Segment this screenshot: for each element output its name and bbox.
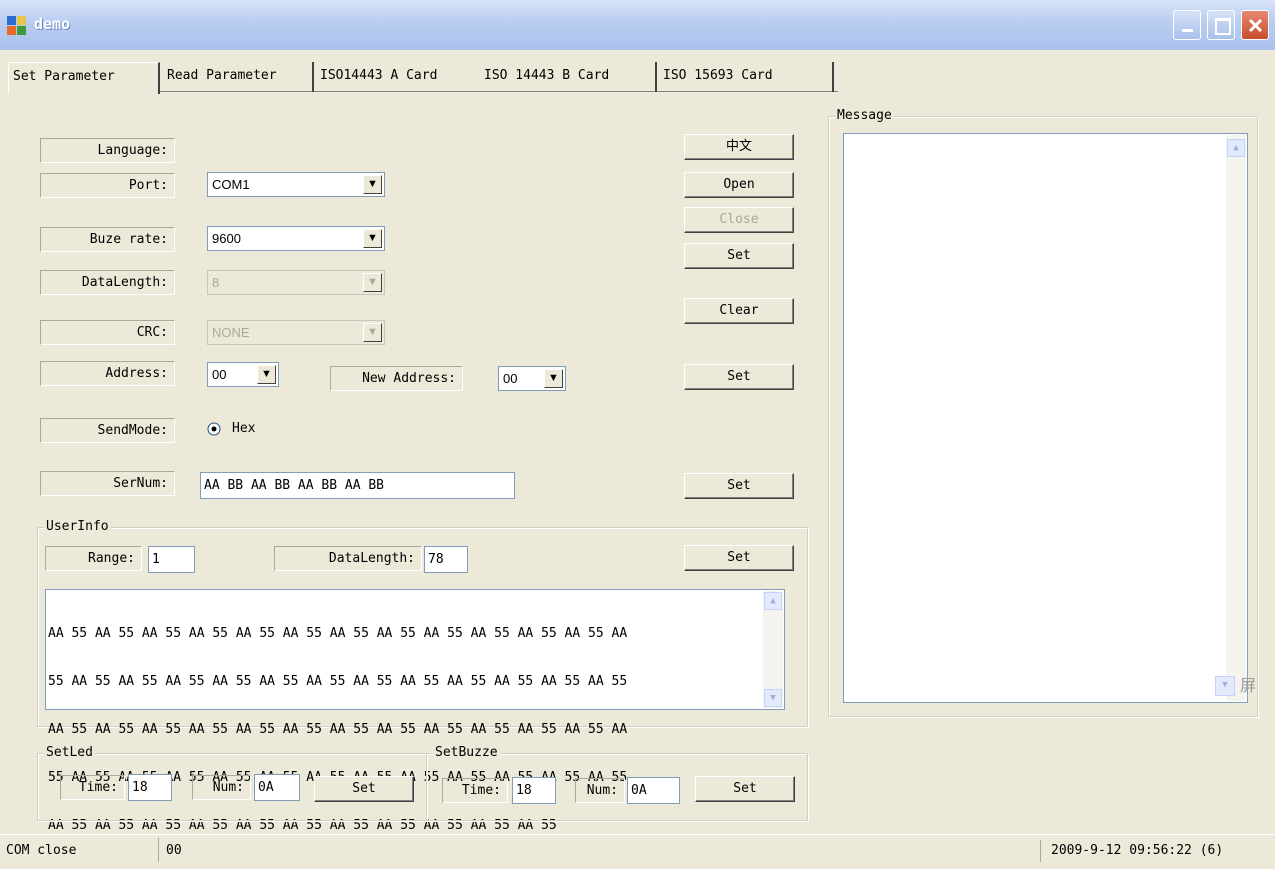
tab-iso15693[interactable]: ISO 15693 Card xyxy=(659,62,834,92)
scroll-up-icon[interactable]: ▲ xyxy=(764,592,782,610)
baud-rate-value: 9600 xyxy=(212,231,241,246)
set-sernum-button[interactable]: Set xyxy=(684,473,794,499)
scroll-down-icon[interactable]: ▼ xyxy=(1215,676,1235,696)
port-label: Port: xyxy=(40,173,175,198)
chinese-language-button[interactable]: 中文 xyxy=(684,134,794,160)
port-value: COM1 xyxy=(212,177,250,192)
userinfo-data-textarea[interactable]: AA 55 AA 55 AA 55 AA 55 AA 55 AA 55 AA 5… xyxy=(45,589,785,833)
range-input[interactable]: 1 xyxy=(148,546,195,573)
setbuzze-title: SetBuzze xyxy=(433,745,500,761)
baud-rate-label: Buze rate: xyxy=(40,227,175,252)
port-select[interactable]: COM1 ▼ xyxy=(207,172,385,197)
datalength-select: 8 ▼ xyxy=(207,270,385,295)
maximize-icon xyxy=(1215,18,1231,35)
tab-iso14443-b[interactable]: ISO 14443 B Card xyxy=(480,62,657,92)
userinfo-scrollbar[interactable]: ▲ ▼ xyxy=(763,591,783,708)
chevron-down-icon[interactable]: ▼ xyxy=(257,365,276,384)
hex-radio[interactable]: Hex xyxy=(207,420,287,440)
userinfo-title: UserInfo xyxy=(44,519,111,535)
maximize-button[interactable] xyxy=(1207,10,1235,40)
minimize-button[interactable] xyxy=(1173,10,1201,40)
sernum-label: SerNum: xyxy=(40,471,175,496)
minimize-icon xyxy=(1182,29,1193,32)
set-led-button[interactable]: Set xyxy=(314,776,414,802)
close-icon xyxy=(1248,18,1263,33)
window-title: demo xyxy=(34,15,71,33)
message-textarea[interactable]: ▲ xyxy=(843,133,1248,703)
status-datetime: 2009-9-12 09:56:22 (6) xyxy=(1040,840,1272,862)
scroll-up-icon[interactable]: ▲ xyxy=(1227,139,1245,157)
datalength-value: 8 xyxy=(212,275,220,290)
userinfo-datalength-label: DataLength: xyxy=(274,546,422,571)
datalength-label: DataLength: xyxy=(40,270,175,295)
sendmode-label: SendMode: xyxy=(40,418,175,443)
chevron-down-icon: ▼ xyxy=(363,323,382,342)
crc-select: NONE ▼ xyxy=(207,320,385,345)
clear-button[interactable]: Clear xyxy=(684,298,794,324)
status-address: 00 xyxy=(166,843,182,858)
close-window-button[interactable] xyxy=(1241,10,1269,40)
address-label: Address: xyxy=(40,361,175,386)
buzze-num-input[interactable]: 0A xyxy=(627,777,680,804)
message-title: Message xyxy=(835,108,894,124)
tab-bar: Set Parameter Read Parameter ISO14443 A … xyxy=(8,62,838,94)
led-num-label: Num: xyxy=(192,775,251,800)
new-address-select[interactable]: 00 ▼ xyxy=(498,366,566,391)
message-side-char: 屏 xyxy=(1240,676,1257,695)
status-divider xyxy=(158,838,159,862)
tab-read-parameter[interactable]: Read Parameter xyxy=(163,62,314,92)
open-button[interactable]: Open xyxy=(684,172,794,198)
led-time-input[interactable]: 18 xyxy=(128,774,172,801)
title-bar[interactable]: demo xyxy=(0,0,1275,50)
led-time-label: Time: xyxy=(60,775,125,800)
crc-value: NONE xyxy=(212,325,250,340)
hex-radio-label: Hex xyxy=(232,421,256,436)
setled-title: SetLed xyxy=(44,745,95,761)
message-scrollbar[interactable]: ▲ xyxy=(1226,135,1246,701)
address-value: 00 xyxy=(212,367,227,382)
set-port-button[interactable]: Set xyxy=(684,243,794,269)
address-select[interactable]: 00 ▼ xyxy=(207,362,279,387)
close-port-button: Close xyxy=(684,207,794,233)
tab-set-parameter[interactable]: Set Parameter xyxy=(8,62,160,94)
crc-label: CRC: xyxy=(40,320,175,345)
radio-selected-icon xyxy=(207,422,221,436)
range-label: Range: xyxy=(45,546,142,571)
new-address-value: 00 xyxy=(503,371,518,386)
set-address-button[interactable]: Set xyxy=(684,364,794,390)
buzze-time-input[interactable]: 18 xyxy=(512,777,556,804)
status-com: COM close xyxy=(6,843,77,858)
chevron-down-icon[interactable]: ▼ xyxy=(363,175,382,194)
data-line: 55 AA 55 AA 55 AA 55 AA 55 AA 55 AA 55 A… xyxy=(48,674,628,689)
userinfo-datalength-input[interactable]: 78 xyxy=(424,546,468,573)
buzze-num-label: Num: xyxy=(575,778,625,803)
chevron-down-icon[interactable]: ▼ xyxy=(544,369,563,388)
led-num-input[interactable]: 0A xyxy=(254,774,300,801)
set-buzze-button[interactable]: Set xyxy=(695,776,795,802)
app-icon xyxy=(7,16,26,35)
set-userinfo-button[interactable]: Set xyxy=(684,545,794,571)
userinfo-data-text: AA 55 AA 55 AA 55 AA 55 AA 55 AA 55 AA 5… xyxy=(48,594,627,866)
baud-rate-select[interactable]: 9600 ▼ xyxy=(207,226,385,251)
sernum-input[interactable]: AA BB AA BB AA BB AA BB xyxy=(200,472,515,499)
chevron-down-icon[interactable]: ▼ xyxy=(363,229,382,248)
buzze-time-label: Time: xyxy=(442,778,508,803)
language-label: Language: xyxy=(40,138,175,163)
data-line: AA 55 AA 55 AA 55 AA 55 AA 55 AA 55 AA 5… xyxy=(48,626,628,641)
data-line: AA 55 AA 55 AA 55 AA 55 AA 55 AA 55 AA 5… xyxy=(48,722,628,737)
chevron-down-icon: ▼ xyxy=(363,273,382,292)
scroll-down-icon[interactable]: ▼ xyxy=(764,689,782,707)
new-address-label: New Address: xyxy=(330,366,463,391)
